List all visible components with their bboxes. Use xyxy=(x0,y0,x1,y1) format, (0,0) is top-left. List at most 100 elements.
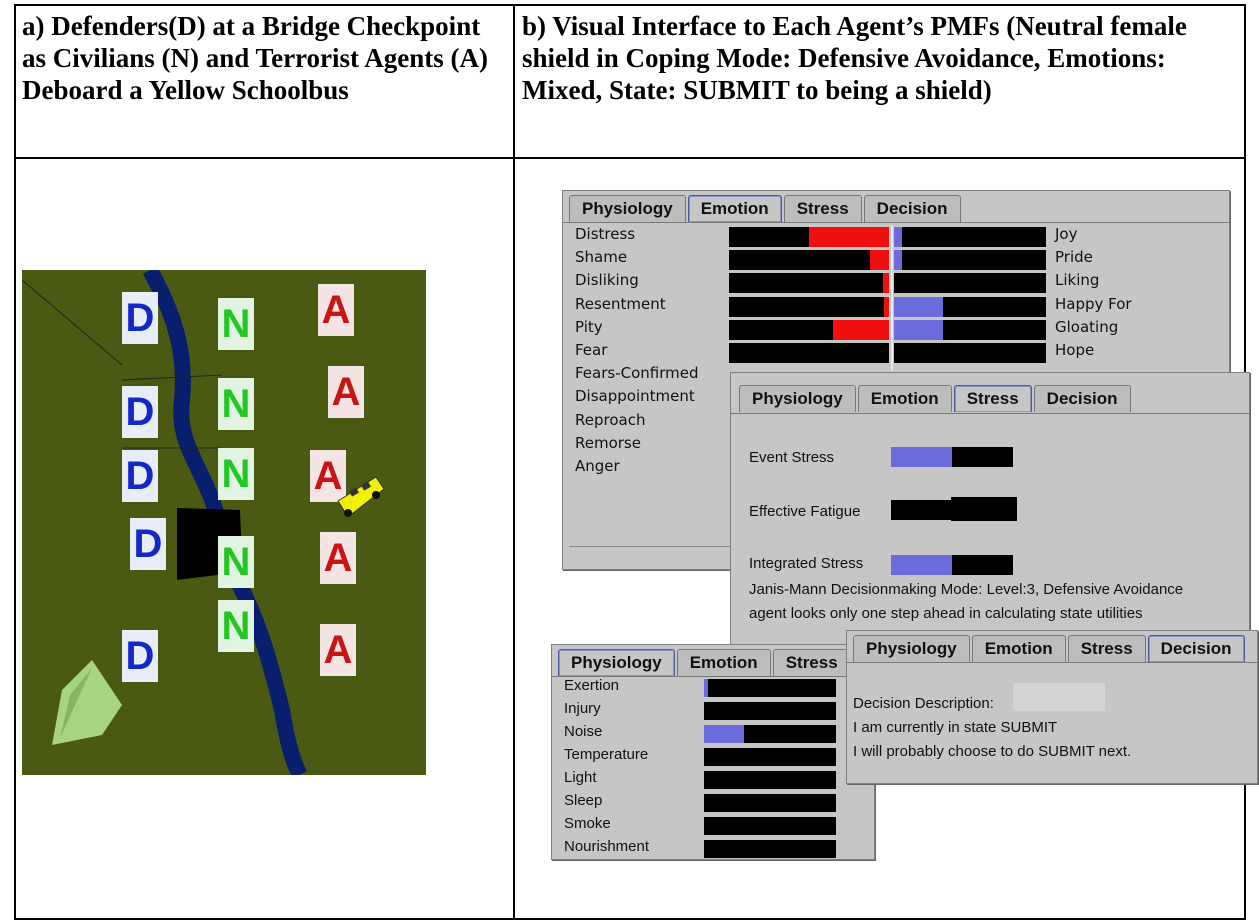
decision-description-field xyxy=(1013,683,1105,711)
checkpoint-map: D D D D D N N N N N A A A A A xyxy=(22,270,426,775)
emotion-label: Distress xyxy=(575,225,636,243)
emotion-label: Gloating xyxy=(1055,317,1119,336)
integrated-stress-label: Integrated Stress xyxy=(749,555,864,572)
emotion-label: Fears-Confirmed xyxy=(575,364,699,383)
tab-decision[interactable]: Decision xyxy=(863,195,961,222)
tab-stress[interactable]: Stress xyxy=(1067,635,1146,662)
physiology-fill xyxy=(704,679,708,697)
tab-stress[interactable]: Stress xyxy=(953,385,1032,412)
table-border-left xyxy=(14,4,16,920)
emotion-label: Disappointment xyxy=(575,387,695,406)
caption-right: b) Visual Interface to Each Agent’s PMFs… xyxy=(522,11,1187,105)
terrorist-token: A xyxy=(318,284,354,336)
physiology-fill xyxy=(704,725,744,743)
tab-rule xyxy=(847,662,1257,663)
current-state-text: I am currently in state SUBMIT xyxy=(853,719,1058,736)
emotion-label: Hope xyxy=(1055,341,1095,359)
table-border-bottom xyxy=(14,918,1246,920)
defender-token: D xyxy=(122,386,158,438)
tab-stress[interactable]: Stress xyxy=(772,649,851,676)
tab-stress[interactable]: Stress xyxy=(783,195,862,222)
physiology-label: Sleep xyxy=(564,792,603,809)
table-border-top xyxy=(14,4,1246,6)
event-stress-label: Event Stress xyxy=(749,449,835,466)
physiology-panel: Physiology Emotion Stress Exertion Injury… xyxy=(551,644,875,860)
table-header-divider xyxy=(14,157,1246,159)
emotion-label: Remorse xyxy=(575,433,641,452)
lookahead-text: agent looks only one step ahead in calcu… xyxy=(749,605,1143,622)
bar-center-divider xyxy=(891,225,893,371)
stress-tabs: Physiology Emotion Stress Decision xyxy=(739,385,1133,412)
tab-emotion[interactable]: Emotion xyxy=(857,385,952,412)
positive-emotion-fill xyxy=(894,319,943,340)
tab-rule xyxy=(731,413,1249,414)
civilian-token: N xyxy=(218,600,254,652)
decision-description-label: Decision Description: xyxy=(853,695,994,712)
physiology-tabs: Physiology Emotion Stress xyxy=(558,649,853,676)
civilian-token: N xyxy=(218,536,254,588)
physiology-label: Injury xyxy=(564,700,601,717)
decision-tabs: Physiology Emotion Stress Decision xyxy=(853,635,1247,662)
physiology-label: Noise xyxy=(564,723,603,740)
emotion-label: Anger xyxy=(575,457,620,475)
table-column-divider xyxy=(513,4,515,920)
tab-physiology[interactable]: Physiology xyxy=(569,195,686,222)
decision-panel: Physiology Emotion Stress Decision Decis… xyxy=(846,630,1258,784)
tab-emotion[interactable]: Emotion xyxy=(687,195,782,222)
next-action-text: I will probably choose to do SUBMIT next… xyxy=(853,743,1132,760)
positive-emotion-fill xyxy=(894,250,902,271)
negative-emotion-fill xyxy=(833,319,889,340)
tab-emotion[interactable]: Emotion xyxy=(971,635,1066,662)
defender-token: D xyxy=(122,450,158,502)
tab-decision[interactable]: Decision xyxy=(1147,635,1245,662)
emotion-label: Happy For xyxy=(1055,294,1132,313)
schoolbus-icon xyxy=(337,476,385,518)
tab-physiology[interactable]: Physiology xyxy=(853,635,970,662)
positive-emotion-bar xyxy=(894,273,1046,294)
emotion-tabs: Physiology Emotion Stress Decision xyxy=(569,195,963,222)
negative-emotion-fill xyxy=(884,296,889,317)
terrorist-token: A xyxy=(320,624,356,676)
effective-fatigue-bar-tail xyxy=(951,497,1017,521)
physiology-bar xyxy=(704,794,836,812)
janis-mann-mode-text: Janis-Mann Decisionmaking Mode: Level:3,… xyxy=(749,581,1184,598)
defender-token: D xyxy=(122,292,158,344)
emotion-label: Disliking xyxy=(575,271,639,290)
civilian-token: N xyxy=(218,298,254,350)
tab-decision[interactable]: Decision xyxy=(1033,385,1131,412)
tab-physiology[interactable]: Physiology xyxy=(558,649,675,676)
negative-emotion-fill xyxy=(883,273,889,294)
emotion-label: Reproach xyxy=(575,410,646,429)
terrorist-token: A xyxy=(320,532,356,584)
emotion-label: Liking xyxy=(1055,271,1100,290)
tab-rule xyxy=(563,222,1229,223)
physiology-bar xyxy=(704,840,836,858)
defender-token: D xyxy=(122,630,158,682)
negative-emotion-bar xyxy=(729,343,889,363)
physiology-bar xyxy=(704,702,836,720)
integrated-stress-fill xyxy=(891,555,952,575)
physiology-label: Exertion xyxy=(564,677,620,694)
physiology-bar xyxy=(704,679,836,697)
emotion-label: Pride xyxy=(1055,248,1093,267)
physiology-label: Nourishment xyxy=(564,838,650,855)
negative-emotion-fill xyxy=(870,250,889,271)
tab-physiology[interactable]: Physiology xyxy=(739,385,856,412)
negative-emotion-bar xyxy=(729,296,889,317)
civilian-token: N xyxy=(218,378,254,430)
terrorist-token: A xyxy=(328,366,364,418)
emotion-label: Shame xyxy=(575,248,628,267)
positive-emotion-fill xyxy=(894,227,902,247)
physiology-label: Smoke xyxy=(564,815,611,832)
negative-emotion-fill xyxy=(809,227,889,247)
positive-emotion-fill xyxy=(894,296,943,317)
physiology-label: Light xyxy=(564,769,597,786)
physiology-bar xyxy=(704,817,836,835)
tab-emotion[interactable]: Emotion xyxy=(676,649,771,676)
negative-emotion-bar xyxy=(729,250,889,271)
negative-emotion-bar xyxy=(729,273,889,294)
event-stress-fill xyxy=(891,447,952,467)
emotion-label: Fear xyxy=(575,341,608,359)
emotion-label: Joy xyxy=(1055,225,1078,243)
positive-emotion-bar xyxy=(894,227,1046,247)
